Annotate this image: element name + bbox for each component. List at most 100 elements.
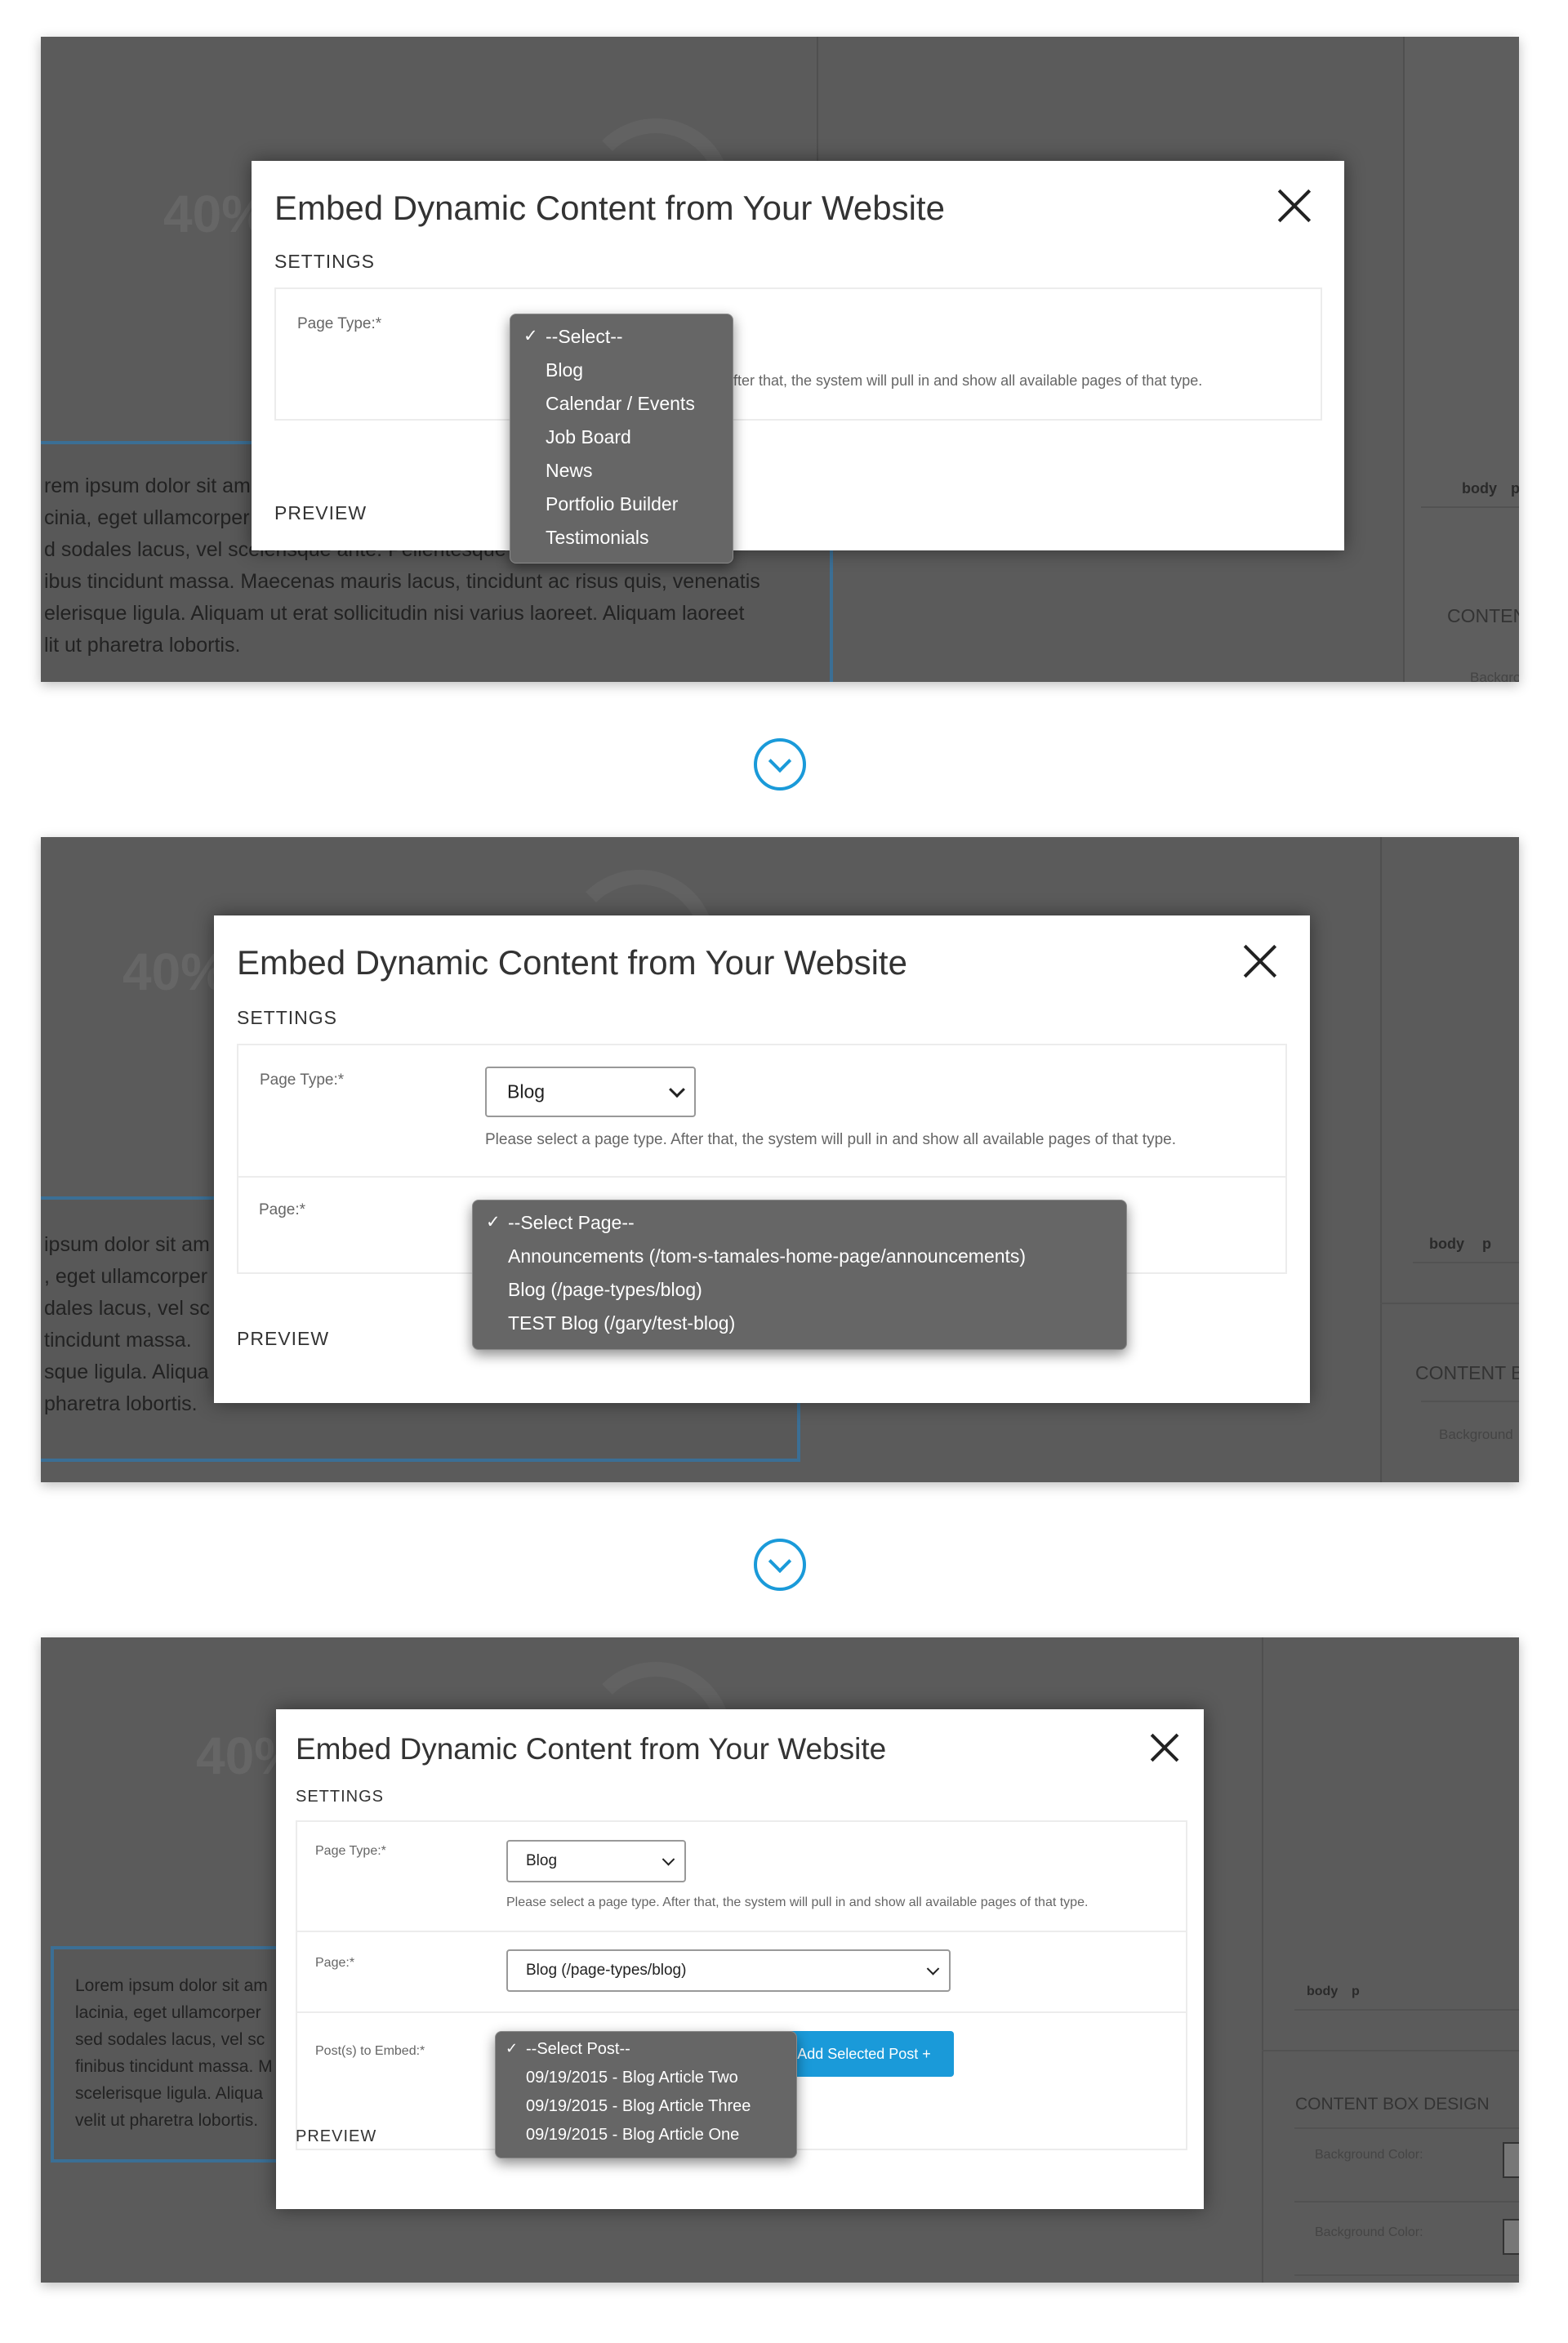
- page-type-help-text: Please select a page type. After that, t…: [506, 1895, 1089, 1909]
- option-blog-page[interactable]: Blog (/page-types/blog): [508, 1279, 702, 1301]
- selected-check-icon: ✓: [506, 2040, 519, 2057]
- background-field-label: Background Color:: [1315, 2225, 1423, 2239]
- breadcrumb-p: p: [1482, 1236, 1491, 1252]
- page-type-value: Blog: [526, 1852, 558, 1869]
- screenshot-step-1: 40% rem ipsum dolor sit am cinia, eget u…: [41, 37, 1519, 682]
- background-color-swatch: [1503, 2142, 1519, 2178]
- option-blog-article-three[interactable]: 09/19/2015 - Blog Article Three: [526, 2097, 751, 2116]
- preview-label: PREVIEW: [274, 502, 368, 523]
- screenshot-step-3: 40% Lorem ipsum dolor sit am lacinia, eg…: [41, 1637, 1519, 2283]
- background-lorem-line: cinia, eget ullamcorper: [44, 506, 250, 529]
- page-label: Page:*: [315, 1956, 355, 1970]
- option-blog-article-two[interactable]: 09/19/2015 - Blog Article Two: [526, 2069, 738, 2087]
- option-announcements[interactable]: Announcements (/tom-s-tamales-home-page/…: [508, 1245, 1026, 1267]
- background-lorem-line: Lorem ipsum dolor sit am: [75, 1976, 268, 1995]
- settings-label: SETTINGS: [237, 1007, 338, 1028]
- background-lorem-line: lit ut pharetra lobortis.: [44, 634, 241, 657]
- page-type-select[interactable]: Blog: [506, 1840, 686, 1882]
- chevron-down-icon: [669, 1081, 685, 1098]
- page-value: Blog (/page-types/blog): [526, 1962, 687, 1979]
- background-lorem-line: , eget ullamcorper: [44, 1265, 208, 1288]
- screenshot-step-2: 40% ipsum dolor sit am , eget ullamcorpe…: [41, 837, 1519, 1482]
- background-field-label: Backgro: [1470, 670, 1519, 682]
- preview-label: PREVIEW: [237, 1328, 330, 1349]
- breadcrumb-p: p: [1352, 1984, 1360, 1998]
- background-lorem-line: scelerisque ligula. Aliqua: [75, 2084, 263, 2103]
- background-lorem-line: velit ut pharetra lobortis.: [75, 2111, 259, 2130]
- option-blog-article-one[interactable]: 09/19/2015 - Blog Article One: [526, 2126, 739, 2145]
- background-lorem-line: sed sodales lacus, vel sc: [75, 2030, 265, 2049]
- breadcrumb-p: p: [1511, 480, 1519, 497]
- background-field-label: Background: [1439, 1427, 1513, 1442]
- embed-dialog: Embed Dynamic Content from Your Website …: [276, 1709, 1204, 2209]
- option-select-post[interactable]: --Select Post--: [526, 2040, 630, 2059]
- close-icon[interactable]: [1279, 190, 1310, 221]
- option-news[interactable]: News: [546, 460, 593, 482]
- breadcrumb-body: body: [1462, 480, 1497, 497]
- dialog-title: Embed Dynamic Content from Your Website: [237, 943, 907, 982]
- content-box-heading: CONTENT B: [1415, 1362, 1519, 1383]
- option-select[interactable]: --Select--: [546, 326, 623, 348]
- background-field-label: Background Color:: [1315, 2148, 1423, 2162]
- step-arrow-icon: [754, 1539, 806, 1591]
- background-lorem-line: pharetra lobortis.: [44, 1392, 198, 1415]
- background-side-panel: [1403, 37, 1519, 682]
- dialog-title: Embed Dynamic Content from Your Website: [296, 1732, 887, 1766]
- page-type-help-text: Please select a page type. After that, t…: [485, 1131, 1176, 1148]
- page-type-select[interactable]: Blog: [485, 1067, 696, 1117]
- background-divider: [1421, 506, 1519, 508]
- option-calendar-events[interactable]: Calendar / Events: [546, 393, 695, 415]
- breadcrumb-body: body: [1429, 1236, 1464, 1252]
- background-divider: [1262, 1637, 1263, 2283]
- add-selected-post-button[interactable]: Add Selected Post +: [774, 2031, 954, 2077]
- background-divider: [1413, 1262, 1519, 1263]
- dialog-title: Embed Dynamic Content from Your Website: [274, 189, 945, 227]
- embed-dialog: Embed Dynamic Content from Your Website …: [214, 915, 1310, 1403]
- background-lorem-line: rem ipsum dolor sit am: [44, 474, 251, 497]
- page-dropdown[interactable]: ✓ --Select Page-- Announcements (/tom-s-…: [472, 1200, 1127, 1350]
- background-divider: [1380, 1303, 1519, 1304]
- page-type-label: Page Type:*: [297, 315, 382, 332]
- posts-to-embed-label: Post(s) to Embed:*: [315, 2044, 425, 2058]
- background-lorem-line: dales lacus, vel sc: [44, 1297, 210, 1320]
- breadcrumb-body: body: [1307, 1984, 1339, 1998]
- background-divider: [1421, 1401, 1519, 1402]
- page-type-label: Page Type:*: [315, 1844, 386, 1858]
- option-select-page[interactable]: --Select Page--: [508, 1212, 635, 1234]
- page-type-label: Page Type:*: [260, 1071, 345, 1089]
- border-color-swatch: [1503, 2219, 1519, 2255]
- row-divider: [297, 1931, 1186, 1932]
- background-lorem-line: finibus tincidunt massa. M: [75, 2057, 273, 2076]
- embed-dialog: Embed Dynamic Content from Your Website …: [252, 161, 1344, 563]
- row-divider: [297, 2011, 1186, 2013]
- close-icon[interactable]: [1245, 946, 1276, 977]
- posts-dropdown[interactable]: ✓ --Select Post-- 09/19/2015 - Blog Arti…: [495, 2031, 797, 2158]
- chevron-down-icon: [662, 1853, 675, 1866]
- option-job-board[interactable]: Job Board: [546, 426, 631, 448]
- option-testimonials[interactable]: Testimonials: [546, 527, 649, 549]
- content-box-heading: CONTEN: [1447, 605, 1519, 626]
- background-divider: [1294, 2201, 1519, 2203]
- page-type-dropdown[interactable]: ✓ --Select-- Blog Calendar / Events Job …: [510, 314, 733, 563]
- background-lorem-line: lacinia, eget ullamcorper: [75, 2003, 261, 2022]
- step-arrow-icon: [754, 738, 806, 791]
- option-blog[interactable]: Blog: [546, 359, 583, 381]
- background-divider: [1294, 2127, 1519, 2129]
- background-divider: [1294, 2009, 1519, 2011]
- selected-check-icon: ✓: [523, 326, 538, 345]
- close-icon[interactable]: [1152, 1735, 1178, 1761]
- page-select[interactable]: Blog (/page-types/blog): [506, 1949, 951, 1992]
- preview-label: PREVIEW: [296, 2127, 377, 2145]
- option-portfolio-builder[interactable]: Portfolio Builder: [546, 493, 678, 515]
- background-divider: [1294, 2274, 1519, 2276]
- background-percent: 40%: [122, 942, 228, 1001]
- background-lorem-line: tincidunt massa.: [44, 1329, 192, 1352]
- background-lorem-line: sque ligula. Aliqua: [44, 1361, 209, 1383]
- row-divider: [238, 1176, 1285, 1178]
- page-label: Page:*: [259, 1201, 306, 1218]
- background-lorem-line: ibus tincidunt massa. Maecenas mauris la…: [44, 570, 760, 593]
- page-type-value: Blog: [507, 1080, 546, 1102]
- selected-check-icon: ✓: [486, 1212, 501, 1232]
- option-test-blog[interactable]: TEST Blog (/gary/test-blog): [508, 1312, 735, 1334]
- content-box-heading: CONTENT BOX DESIGN: [1295, 2095, 1490, 2114]
